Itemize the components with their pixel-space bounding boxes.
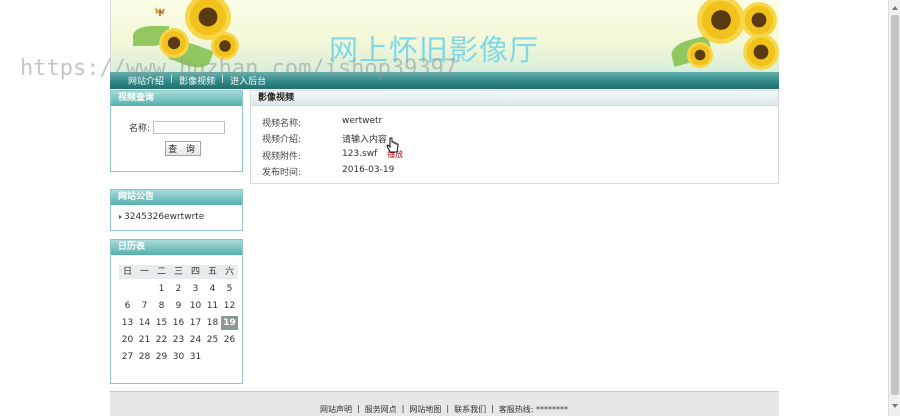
detail-value: 2016-03-19 [342, 165, 395, 175]
calendar-day[interactable]: 10 [187, 301, 204, 311]
search-button[interactable]: 查 询 [165, 141, 201, 156]
calendar-day[interactable]: 16 [170, 318, 187, 328]
search-panel: 视频查询 名称: 查 询 [110, 90, 243, 172]
name-search-input[interactable] [153, 121, 226, 134]
calendar-week-row: 20 21 22 23 24 25 26 [119, 331, 239, 348]
calendar-day[interactable]: 3 [187, 284, 204, 294]
detail-row-attachment: 视频附件: 123.swf 播放 [262, 149, 403, 162]
calendar-day[interactable]: 1 [153, 284, 170, 294]
calendar-day[interactable]: 12 [221, 301, 238, 311]
calendar-week-row: 6 7 8 9 10 11 12 [119, 297, 239, 314]
sunflower-decoration [697, 0, 745, 44]
footer-link-service[interactable]: 服务网点 [365, 404, 397, 415]
video-detail-panel: 影像视频 视频名称: wertwetr 视频介绍: 请输入内容 视频附件: 12… [250, 90, 779, 184]
calendar-weekday: 三 [170, 264, 187, 279]
calendar-weekday: 日 [119, 264, 136, 279]
scroll-up-icon[interactable] [892, 6, 898, 10]
calendar-day[interactable]: 11 [204, 301, 221, 311]
calendar-day[interactable]: 7 [136, 301, 153, 311]
calendar-day[interactable]: 20 [119, 335, 136, 345]
calendar-day[interactable]: 22 [153, 335, 170, 345]
calendar-grid: 日一二三四五六 1 2 3 4 5 6 7 8 9 10 11 12 13 14 15 16 17 18 19 20 21… [119, 263, 239, 365]
calendar-day[interactable]: 23 [170, 335, 187, 345]
calendar-day[interactable]: 18 [204, 318, 221, 328]
watermark-text: https://www.huzhan.com/ishop39397 [20, 56, 458, 81]
calendar-panel-title: 日历表 [111, 240, 242, 255]
footer-separator: | [357, 404, 360, 413]
main-panel-title: 影像视频 [251, 91, 778, 106]
footer-hotline: 客服热线: ******** [498, 405, 569, 414]
footer-link-sitemap[interactable]: 网站地图 [409, 404, 441, 415]
arrow-right-icon [119, 215, 122, 219]
footer: 网站声明 | 服务网点 | 网站地图 | 联系我们 | 客服热线: ******… [110, 391, 779, 416]
attachment-link[interactable]: 123.swf [342, 149, 377, 162]
calendar-day[interactable]: 30 [170, 352, 187, 362]
calendar-day[interactable]: 21 [136, 335, 153, 345]
sunflower-decoration [687, 42, 713, 68]
calendar-day[interactable]: 17 [187, 318, 204, 328]
detail-value: 请输入内容 [342, 135, 388, 145]
sunflower-decoration [741, 2, 777, 38]
calendar-day[interactable]: 31 [187, 352, 204, 362]
detail-label: 发布时间: [262, 168, 302, 178]
calendar-weekday: 六 [221, 264, 238, 279]
butterfly-icon [155, 7, 165, 16]
calendar-panel: 日历表 日一二三四五六 1 2 3 4 5 6 7 8 9 10 11 12 13 14 15 16 17 18 19… [110, 239, 243, 384]
calendar-week-row: 13 14 15 16 17 18 19 [119, 314, 239, 331]
calendar-week-row: 27 28 29 30 31 [119, 348, 239, 365]
notice-panel-title: 网站公告 [111, 190, 242, 205]
footer-link-contact[interactable]: 联系我们 [454, 404, 486, 415]
calendar-weekday: 二 [153, 264, 170, 279]
name-label: 名称: [129, 124, 151, 134]
calendar-day[interactable]: 15 [153, 318, 170, 328]
hand-cursor-icon [386, 137, 399, 153]
calendar-day[interactable]: 4 [204, 284, 221, 294]
detail-label: 视频介绍: [262, 135, 302, 145]
calendar-day[interactable]: 25 [204, 335, 221, 345]
calendar-day[interactable]: 28 [136, 352, 153, 362]
calendar-day[interactable]: 2 [170, 284, 187, 294]
calendar-week-row: 12345 [119, 280, 239, 297]
calendar-day[interactable]: 29 [153, 352, 170, 362]
calendar-day[interactable]: 27 [119, 352, 136, 362]
sunflower-decoration [743, 34, 779, 70]
sunflower-decoration [159, 28, 189, 58]
calendar-day[interactable]: 14 [136, 318, 153, 328]
calendar-weekday: 五 [204, 264, 221, 279]
notice-item-text[interactable]: 3245326ewrtwrte [124, 212, 204, 222]
detail-value: wertwetr [342, 116, 383, 126]
notice-item[interactable]: 3245326ewrtwrte [119, 212, 204, 222]
footer-link-statement[interactable]: 网站声明 [320, 404, 352, 415]
footer-separator: | [491, 404, 494, 413]
footer-separator: | [401, 404, 405, 413]
calendar-day[interactable]: 6 [119, 301, 136, 311]
calendar-weekday: 四 [187, 264, 204, 279]
calendar-day[interactable]: 24 [187, 335, 204, 345]
calendar-today[interactable]: 19 [221, 315, 238, 330]
footer-separator: | [446, 404, 450, 413]
scroll-down-icon[interactable] [892, 404, 898, 408]
vertical-scrollbar[interactable] [888, 0, 900, 416]
notice-panel: 网站公告 3245326ewrtwrte [110, 189, 243, 231]
search-panel-title: 视频查询 [111, 91, 242, 106]
calendar-day[interactable]: 13 [119, 318, 136, 328]
calendar-day[interactable]: 26 [221, 335, 238, 345]
calendar-day[interactable]: 5 [221, 284, 238, 294]
calendar-day[interactable]: 9 [170, 301, 187, 311]
detail-row-name: 视频名称: wertwetr [262, 116, 382, 129]
calendar-day[interactable]: 8 [153, 301, 170, 311]
scrollbar-thumb[interactable] [891, 15, 899, 395]
detail-label: 视频附件: [262, 152, 302, 162]
detail-label: 视频名称: [262, 119, 302, 129]
calendar-weekday-row: 日一二三四五六 [119, 263, 239, 280]
page: 网上怀旧影像厅 网站介绍 | 影像视频 | 进入后台 视频查询 名称: 查 询 … [0, 0, 900, 416]
detail-row-date: 发布时间: 2016-03-19 [262, 165, 394, 178]
detail-row-intro: 视频介绍: 请输入内容 [262, 132, 387, 145]
calendar-weekday: 一 [136, 264, 153, 279]
